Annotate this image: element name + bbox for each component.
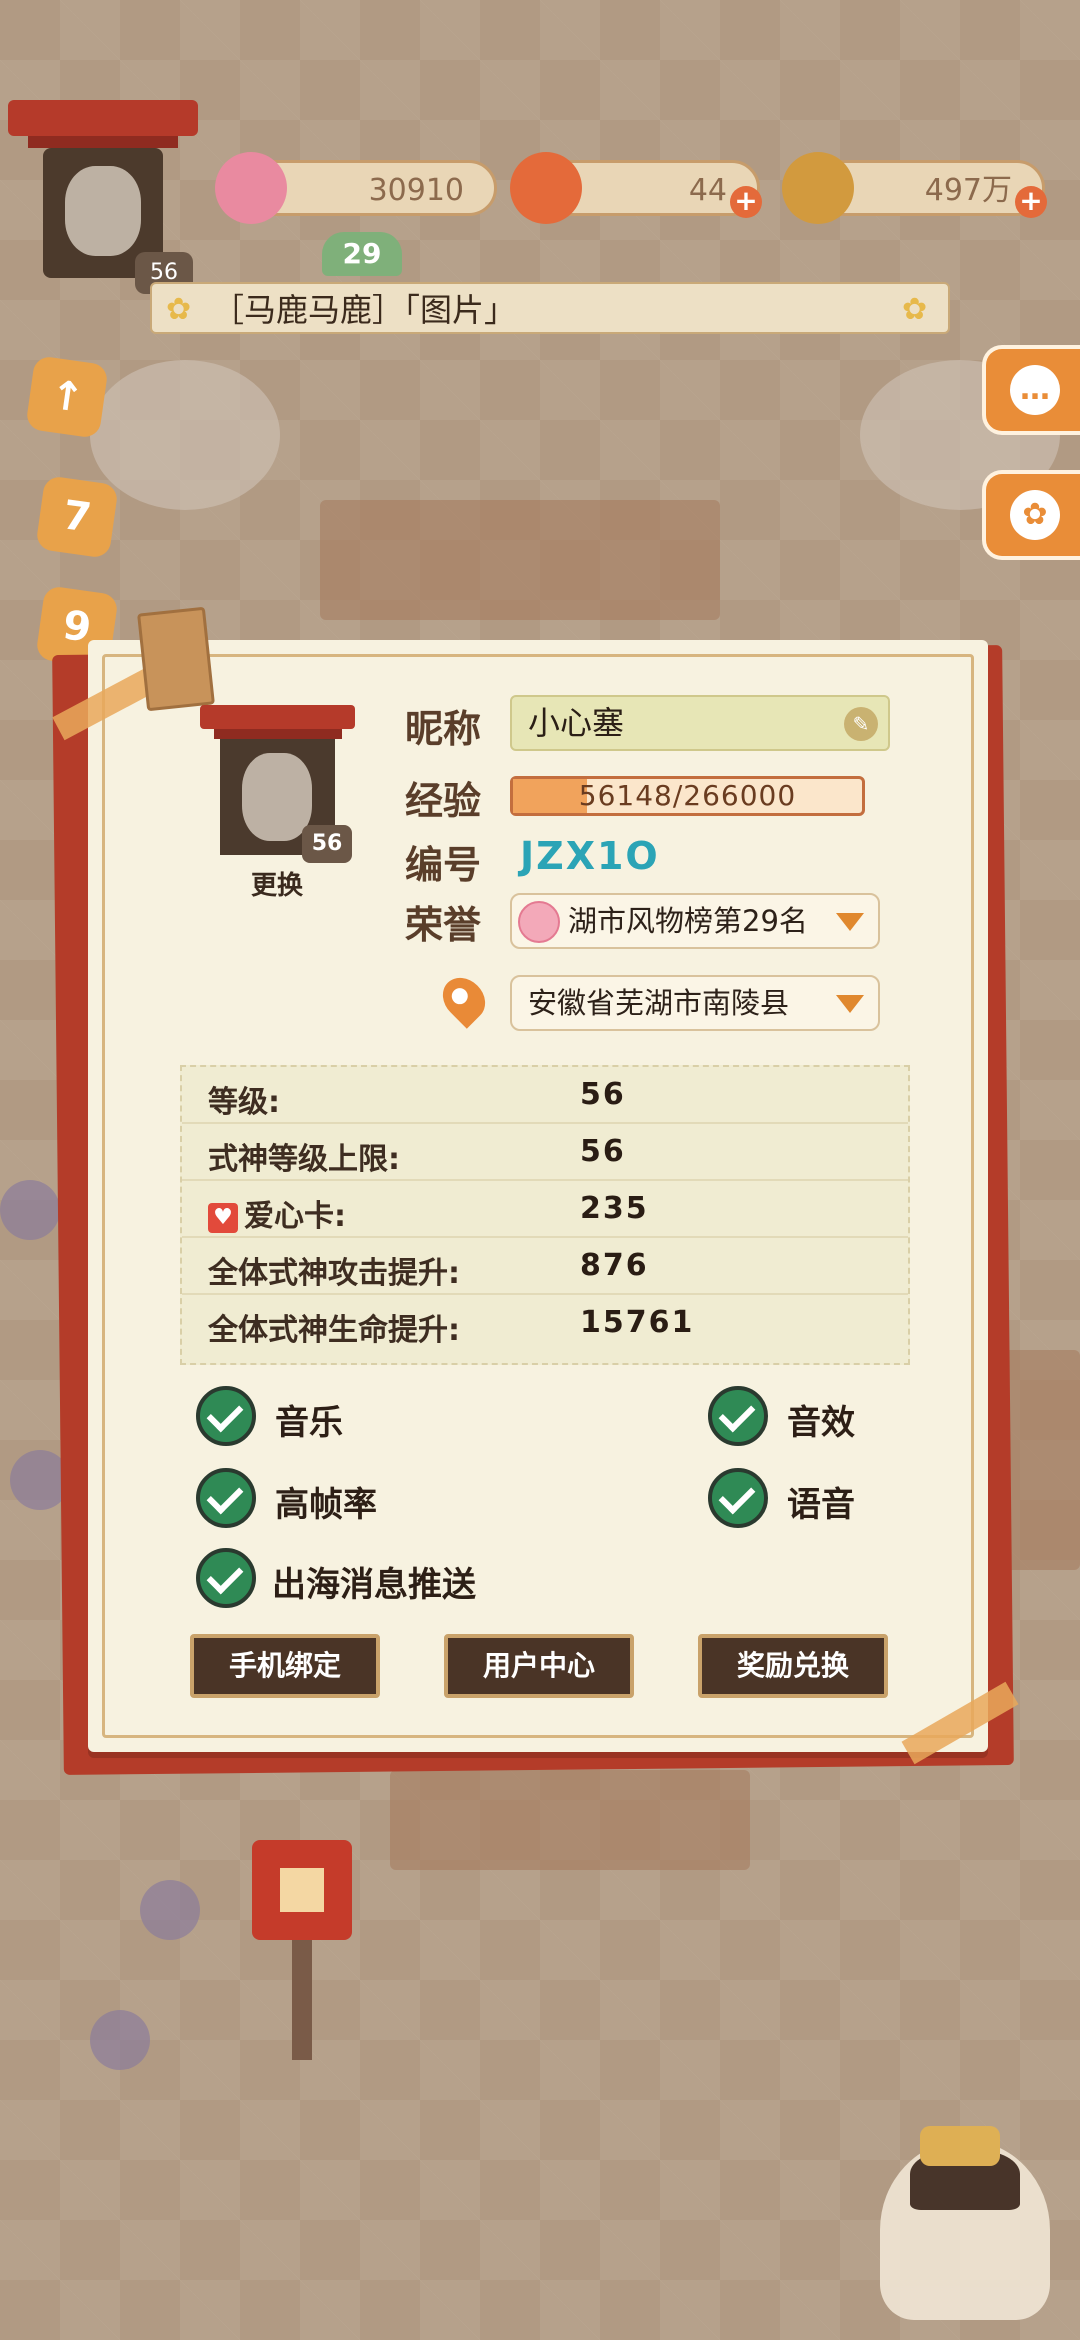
- sub-level-badge: 29: [322, 232, 402, 276]
- sakura-icon: [518, 901, 560, 943]
- chat-button[interactable]: …: [982, 345, 1080, 435]
- push-label: 出海消息推送: [272, 1565, 476, 1605]
- title-banner[interactable]: ✿ ［马鹿马鹿］「图片」 ✿: [150, 282, 950, 334]
- banner-text: ［马鹿马鹿］「图片」: [212, 291, 517, 329]
- avatar-level-badge: 56: [302, 825, 352, 863]
- user-center-button[interactable]: 用户中心: [444, 1634, 634, 1698]
- heart-card-icon: ♥: [208, 1202, 238, 1233]
- coin-icon: [782, 152, 854, 224]
- sfx-label: 音效: [787, 1403, 855, 1443]
- location-dropdown[interactable]: 安徽省芜湖市南陵县: [510, 975, 880, 1031]
- nickname-field[interactable]: 小心塞 ✎: [510, 695, 890, 751]
- music-label: 音乐: [275, 1403, 343, 1443]
- nickname-label: 昵称: [405, 707, 482, 751]
- bento-button[interactable]: ✿: [982, 470, 1080, 560]
- chat-icon: …: [1010, 365, 1060, 415]
- star-icon: ✿: [902, 292, 928, 327]
- high-fps-label: 高帧率: [275, 1485, 377, 1525]
- star-icon: ✿: [166, 292, 192, 327]
- stats-table: 等级: 56 式神等级上限: 56 ♥ 爱心卡: 235 全体式神攻击提升: 87…: [180, 1065, 910, 1365]
- nickname-value: 小心塞: [528, 704, 625, 742]
- stat-row: 全体式神攻击提升: 876: [182, 1238, 908, 1295]
- bind-phone-button[interactable]: 手机绑定: [190, 1634, 380, 1698]
- torii-frame-icon: [200, 705, 355, 729]
- change-avatar-button[interactable]: 更换: [232, 866, 322, 906]
- mascot-character[interactable]: [880, 2126, 1050, 2320]
- exp-value: 56148/266000: [578, 779, 797, 812]
- bento-icon: ✿: [1010, 490, 1060, 540]
- id-label: 编号: [405, 843, 482, 887]
- edit-icon[interactable]: ✎: [844, 707, 878, 741]
- stat-value: 56: [580, 1077, 626, 1112]
- stat-key: 爱心卡:: [244, 1199, 346, 1234]
- stat-value: 876: [580, 1248, 649, 1283]
- stat-row: 等级: 56: [182, 1067, 908, 1124]
- arrow-up-icon: ↑: [47, 371, 87, 423]
- stat-key: 全体式神攻击提升:: [208, 1256, 460, 1291]
- sfx-checkbox[interactable]: [708, 1386, 768, 1446]
- push-checkbox[interactable]: [196, 1548, 256, 1608]
- stat-value: 15761: [580, 1305, 695, 1340]
- stat-key: 等级:: [208, 1085, 280, 1120]
- upgrade-button[interactable]: ↑: [25, 355, 109, 439]
- wooden-tag-icon: [137, 606, 215, 712]
- chevron-down-icon: [836, 913, 864, 931]
- high-fps-checkbox[interactable]: [196, 1468, 256, 1528]
- sakura-icon: [215, 152, 287, 224]
- stat-key-with-icon: ♥ 爱心卡:: [208, 1191, 346, 1235]
- stat-key: 式神等级上限:: [208, 1142, 400, 1177]
- stat-row: 全体式神生命提升: 15761: [182, 1295, 908, 1352]
- exp-bar: 56148/266000: [510, 776, 865, 816]
- stat-key: 全体式神生命提升:: [208, 1313, 460, 1348]
- stat-row: ♥ 爱心卡: 235: [182, 1181, 908, 1238]
- honor-dropdown[interactable]: 湖市风物榜第29名: [510, 893, 880, 949]
- add-ticket-button[interactable]: +: [730, 186, 762, 218]
- voice-checkbox[interactable]: [708, 1468, 768, 1528]
- redeem-button[interactable]: 奖励兑换: [698, 1634, 888, 1698]
- seven-icon: 7: [60, 492, 94, 542]
- ticket-icon: [510, 152, 582, 224]
- player-id: JZX1O: [520, 834, 660, 878]
- music-checkbox[interactable]: [196, 1386, 256, 1446]
- stat-row: 式神等级上限: 56: [182, 1124, 908, 1181]
- lantern-icon: [252, 1840, 352, 1940]
- location-value: 安徽省芜湖市南陵县: [528, 986, 790, 1020]
- seven-day-button[interactable]: 7: [35, 475, 119, 559]
- stat-value: 56: [580, 1134, 626, 1169]
- voice-label: 语音: [787, 1485, 855, 1525]
- chevron-down-icon: [836, 995, 864, 1013]
- add-coin-button[interactable]: +: [1015, 186, 1047, 218]
- honor-value: 湖市风物榜第29名: [568, 904, 808, 938]
- stat-value: 235: [580, 1191, 649, 1226]
- exp-label: 经验: [405, 779, 482, 823]
- torii-frame-icon: [8, 100, 198, 136]
- honor-label: 荣誉: [405, 903, 482, 947]
